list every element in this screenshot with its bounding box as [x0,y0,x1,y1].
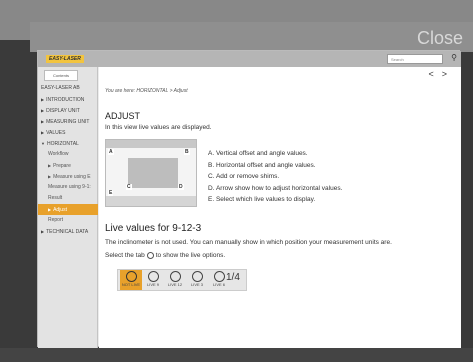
section-title: Live values for 9-12-3 [105,223,202,234]
chevron-right-icon: ▶ [41,130,45,135]
paragraph-select-tab: Select the tab to show the live options. [105,252,226,260]
sidebar-item-values[interactable]: ▶ VALUES [38,127,98,138]
circle-icon [125,271,137,282]
sidebar-nav: EASY-LASER AB ▶ INTRODUCTION ▶ DISPLAY UNI… [38,83,98,237]
intro-text: In this view live values are displayed. [105,124,212,131]
image-label-c: C [126,184,132,190]
image-label-e: E [108,190,114,196]
paragraph-inclinometer: The inclinometer is not used. You can ma… [105,239,392,246]
sidebar-item-easy-laser-ab[interactable]: EASY-LASER AB [38,83,98,94]
tab-live-12[interactable]: LIVE 12 [164,270,186,290]
sidebar-item-prepare[interactable]: ▶ Prepare [38,160,98,171]
sidebar-item-report[interactable]: Report [38,215,98,226]
breadcrumb: You are here: HORIZONTAL > Adjust [105,88,188,94]
easy-laser-logo: EASY-LASER [46,55,84,63]
legend-item: A. Vertical offset and angle values. [208,150,308,157]
search-icon[interactable]: ⚲ [451,53,457,62]
legend-item: E. Select which live values to display. [208,196,316,203]
help-window: EASY-LASER Search ⚲ Contents EASY-LASER … [37,50,461,348]
clock-icon [147,271,159,282]
tab-icon [146,252,154,259]
tab-live-9[interactable]: LIVE 9 [142,270,164,290]
chevron-right-icon: ▶ [48,174,52,179]
legend-item: C. Add or remove shims. [208,173,280,180]
sidebar-item-result[interactable]: Result [38,193,98,204]
chevron-right-icon: ▶ [48,163,52,168]
tab-not-live[interactable]: NOT LIVE [120,270,142,290]
chevron-right-icon: ▶ [41,97,45,102]
sidebar-item-workflow[interactable]: Workflow [38,149,98,160]
live-tabs: NOT LIVE LIVE 9 LIVE 12 LIVE 3 LIVE 6 1/… [117,269,247,291]
image-label-d: D [178,184,184,190]
sidebar-item-technical-data[interactable]: ▶ TECHNICAL DATA [38,226,98,237]
legend-item: B. Horizontal offset and angle values. [208,161,316,169]
image-label-b: B [184,149,190,155]
page-title: ADJUST [105,111,141,121]
chevron-down-icon: ▼ [41,141,45,146]
header: EASY-LASER Search ⚲ [38,51,461,67]
page-nav: <> [428,69,455,79]
prev-page-button[interactable]: < [428,69,441,79]
chevron-right-icon: ▶ [48,207,52,212]
sidebar-item-measuring-unit[interactable]: ▶ MEASURING UNIT [38,116,98,127]
image-label-a: A [108,149,114,155]
chevron-right-icon: ▶ [41,229,45,234]
next-page-button[interactable]: > [442,69,455,79]
image-machine [128,158,178,188]
chevron-right-icon: ▶ [41,108,45,113]
sidebar-item-measure-e[interactable]: ▶ Measure using E [38,171,98,182]
search-input[interactable]: Search [387,54,443,64]
chevron-right-icon: ▶ [41,119,45,124]
legend-list: A. Vertical offset and angle values. B. … [208,148,342,206]
tab-contents[interactable]: Contents [44,70,78,81]
clock-icon [169,271,181,282]
main-content: <> You are here: HORIZONTAL > Adjust ADJ… [99,67,461,348]
sidebar-item-introduction[interactable]: ▶ INTRODUCTION [38,94,98,105]
image-top-bar [106,140,196,148]
image-bottom-bar [106,196,196,206]
adjust-screen-image: A B C D E [105,139,197,207]
background-bottom [0,348,473,362]
clock-icon [191,271,203,282]
sidebar-item-measure-9-12-3[interactable]: Measure using 9-1: [38,182,98,193]
title-bar [30,22,473,52]
tab-fraction[interactable]: 1/4 [226,272,240,283]
sidebar-item-horizontal[interactable]: ▼ HORIZONTAL [38,138,98,149]
tab-live-3[interactable]: LIVE 3 [186,270,208,290]
sidebar-item-display-unit[interactable]: ▶ DISPLAY UNIT [38,105,98,116]
close-button[interactable]: Close [417,28,463,49]
sidebar: Contents EASY-LASER AB ▶ INTRODUCTION ▶ DI… [38,67,98,348]
clock-icon [213,271,225,282]
sidebar-item-adjust[interactable]: ▶ Adjust [38,204,98,215]
legend-item: D. Arrow show how to adjust horizontal v… [208,184,343,192]
